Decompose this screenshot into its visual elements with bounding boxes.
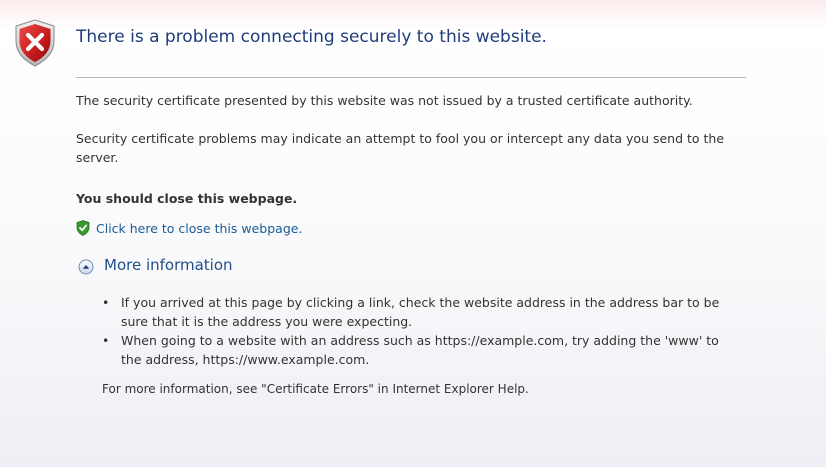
recommendation-text: You should close this webpage. — [76, 191, 298, 206]
bullet-marker: • — [102, 333, 110, 348]
list-item-text: When going to a website with an address … — [121, 333, 719, 367]
list-item: • If you arrived at this page by clickin… — [102, 293, 742, 331]
security-warning-text: Security certificate problems may indica… — [76, 131, 725, 165]
more-information-label[interactable]: More information — [104, 256, 233, 274]
more-information-list: • If you arrived at this page by clickin… — [102, 293, 742, 369]
close-webpage-link[interactable]: Click here to close this webpage. — [96, 221, 302, 236]
bullet-marker: • — [102, 295, 110, 310]
help-reference-text: For more information, see "Certificate E… — [102, 382, 529, 396]
green-shield-icon — [76, 220, 90, 236]
collapse-circle-icon[interactable] — [78, 259, 94, 275]
list-item: • When going to a website with an addres… — [102, 331, 742, 369]
page-title: There is a problem connecting securely t… — [76, 27, 547, 47]
error-shield-icon — [15, 19, 55, 67]
list-item-text: If you arrived at this page by clicking … — [121, 295, 720, 329]
divider — [76, 77, 746, 78]
certificate-issue-text: The security certificate presented by th… — [76, 93, 693, 108]
